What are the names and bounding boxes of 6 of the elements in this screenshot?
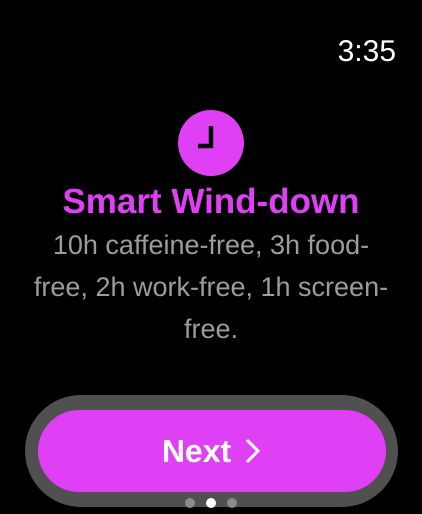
chevron-icon bbox=[245, 438, 262, 464]
clock-icon bbox=[178, 110, 244, 176]
title: Smart Wind-down bbox=[61, 182, 361, 222]
clock-time: 3:35 bbox=[338, 34, 396, 70]
description: 10h caffeine-free, 3h food-free, 2h work-free, 1h screen-free. bbox=[32, 229, 390, 346]
next-button[interactable]: Next bbox=[38, 410, 386, 492]
